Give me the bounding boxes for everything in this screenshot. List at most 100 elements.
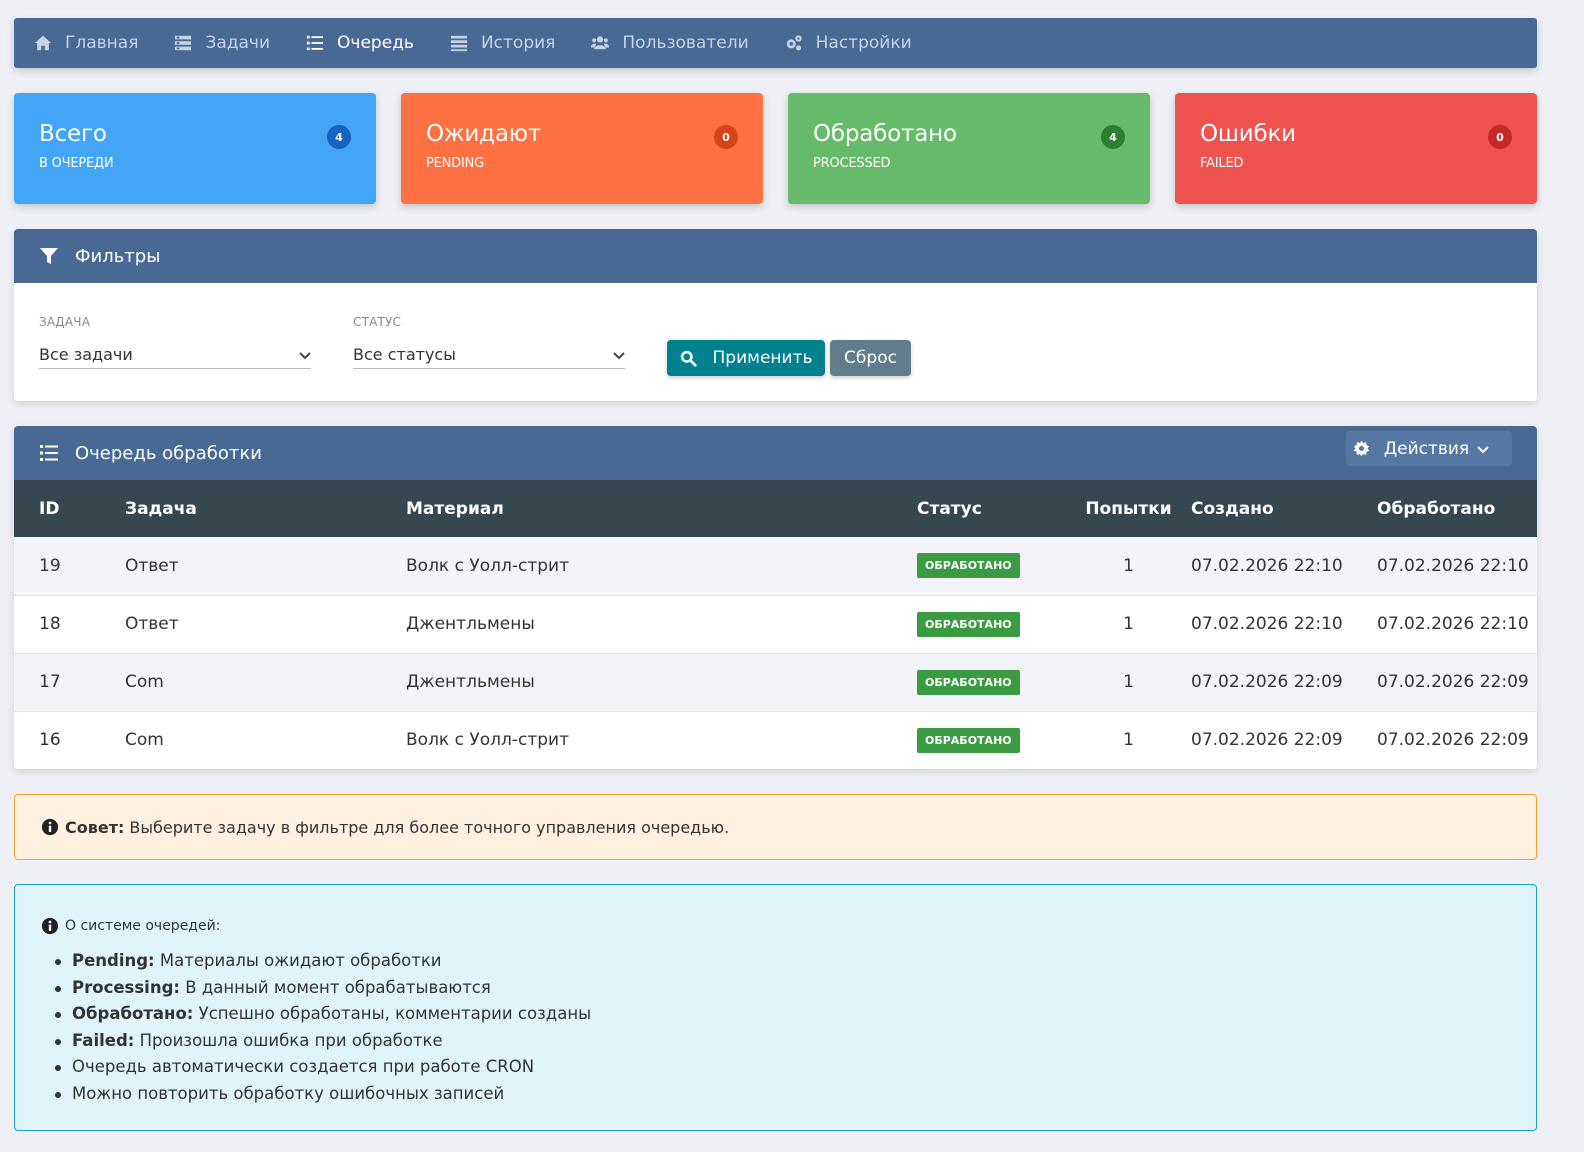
reset-button[interactable]: Сброс bbox=[830, 340, 911, 376]
stat-title: Обработано bbox=[813, 121, 957, 147]
actions-dropdown-button[interactable]: Действия bbox=[1346, 431, 1512, 466]
chevron-down-icon bbox=[299, 351, 311, 359]
count-badge: 4 bbox=[1101, 125, 1125, 149]
item-term: Pending: bbox=[72, 951, 155, 970]
cell-status: ОБРАБОТАНО bbox=[917, 595, 1066, 653]
gears-icon bbox=[786, 35, 802, 51]
stat-card-processed: Обработано PROCESSED 4 bbox=[788, 93, 1150, 204]
info-list: Pending: Материалы ожидают обработки Pro… bbox=[41, 948, 1510, 1108]
status-select-value: Все статусы bbox=[353, 345, 456, 364]
status-filter-group: СТАТУС Все статусы bbox=[353, 315, 625, 369]
list-item: Обработано: Успешно обработаны, коммента… bbox=[55, 1001, 1510, 1028]
column-header-attempts[interactable]: Попытки bbox=[1066, 480, 1191, 537]
item-text: Материалы ожидают обработки bbox=[159, 951, 442, 970]
queue-header: Очередь обработки Действия bbox=[14, 426, 1537, 480]
table-row[interactable]: 16 Com Волк с Уолл-стрит ОБРАБОТАНО 1 07… bbox=[14, 711, 1537, 769]
list-icon bbox=[40, 445, 58, 461]
stat-card-failed: Ошибки FAILED 0 bbox=[1175, 93, 1537, 204]
table-row[interactable]: 17 Com Джентльмены ОБРАБОТАНО 1 07.02.20… bbox=[14, 653, 1537, 711]
status-badge: ОБРАБОТАНО bbox=[917, 669, 1020, 695]
cell-material: Волк с Уолл-стрит bbox=[406, 730, 569, 751]
task-select-value: Все задачи bbox=[39, 345, 133, 364]
status-badge: ОБРАБОТАНО bbox=[917, 611, 1020, 637]
column-header-created[interactable]: Создано bbox=[1191, 480, 1377, 537]
status-filter-label: СТАТУС bbox=[353, 315, 402, 329]
queue-title: Очередь обработки bbox=[75, 442, 262, 464]
task-select[interactable]: Все задачи bbox=[39, 341, 311, 369]
filter-icon bbox=[40, 248, 58, 264]
info-title-row: О системе очередей: bbox=[41, 917, 1510, 935]
cell-status: ОБРАБОТАНО bbox=[917, 537, 1066, 595]
info-title: О системе очередей: bbox=[65, 918, 221, 934]
cell-id: 16 bbox=[39, 730, 61, 751]
cell-id: 17 bbox=[39, 672, 61, 692]
filters-panel: Фильтры ЗАДАЧА Все задачи СТАТУС Все ста… bbox=[14, 229, 1537, 401]
nav-item-label: Задачи bbox=[205, 33, 271, 53]
cell-attempts: 1 bbox=[1123, 555, 1134, 576]
nav-item-users[interactable]: Пользователи bbox=[591, 33, 749, 53]
cell-id: 19 bbox=[39, 555, 61, 576]
stat-title: Ошибки bbox=[1200, 121, 1296, 147]
task-filter-label: ЗАДАЧА bbox=[39, 315, 91, 329]
nav-item-tasks[interactable]: Задачи bbox=[174, 33, 270, 53]
stat-card-pending: Ожидают PENDING 0 bbox=[401, 93, 763, 204]
item-text: Успешно обработаны, комментарии созданы bbox=[198, 1004, 592, 1024]
stat-subtitle: PENDING bbox=[426, 156, 485, 171]
item-text: Произошла ошибка при обработке bbox=[139, 1030, 443, 1050]
list-item: Pending: Материалы ожидают обработки bbox=[55, 948, 1510, 975]
cell-created: 07.02.2026 22:09 bbox=[1191, 672, 1343, 692]
cell-material: Джентльмены bbox=[406, 672, 535, 692]
gear-icon bbox=[1353, 440, 1369, 457]
filters-body: ЗАДАЧА Все задачи СТАТУС Все статусы При… bbox=[14, 283, 1537, 401]
search-icon bbox=[680, 350, 697, 367]
item-term: Обработано: bbox=[72, 1004, 194, 1024]
count-badge: 0 bbox=[714, 125, 738, 149]
item-text: В данный момент обрабатываются bbox=[185, 977, 491, 997]
cell-task: Ответ bbox=[125, 555, 179, 576]
nav-item-queue[interactable]: Очередь bbox=[306, 33, 414, 53]
column-header-task[interactable]: Задача bbox=[125, 480, 406, 537]
filters-title: Фильтры bbox=[75, 245, 161, 267]
cell-id: 18 bbox=[39, 614, 61, 634]
list-item: Processing: В данный момент обрабатывают… bbox=[55, 975, 1510, 1002]
task-filter-group: ЗАДАЧА Все задачи bbox=[39, 315, 311, 369]
table-row[interactable]: 19 Ответ Волк с Уолл-стрит ОБРАБОТАНО 1 … bbox=[14, 537, 1537, 595]
info-circle-icon bbox=[41, 917, 59, 935]
table-row[interactable]: 18 Ответ Джентльмены ОБРАБОТАНО 1 07.02.… bbox=[14, 595, 1537, 653]
item-text: Можно повторить обработку ошибочных запи… bbox=[72, 1083, 505, 1103]
stat-subtitle: В ОЧЕРЕДИ bbox=[39, 156, 114, 171]
queue-panel: Очередь обработки Действия ID Задача Мат… bbox=[14, 426, 1537, 769]
cell-processed: 07.02.2026 22:09 bbox=[1377, 730, 1529, 751]
count-badge: 0 bbox=[1488, 125, 1512, 149]
stat-title: Всего bbox=[39, 121, 107, 147]
tip-text: Выберите задачу в фильтре для более точн… bbox=[129, 817, 730, 837]
cell-created: 07.02.2026 22:09 bbox=[1191, 730, 1343, 751]
nav-item-home[interactable]: Главная bbox=[34, 33, 138, 53]
cell-task: Com bbox=[125, 672, 164, 692]
item-text: Очередь автоматически создается при рабо… bbox=[72, 1057, 535, 1077]
status-badge: ОБРАБОТАНО bbox=[917, 553, 1020, 579]
column-header-status[interactable]: Статус bbox=[917, 480, 1066, 537]
nav-item-history[interactable]: История bbox=[450, 33, 555, 53]
stat-subtitle: FAILED bbox=[1200, 156, 1244, 171]
column-header-material[interactable]: Материал bbox=[406, 480, 917, 537]
filters-header: Фильтры bbox=[14, 229, 1537, 283]
cell-attempts: 1 bbox=[1123, 614, 1134, 634]
cell-processed: 07.02.2026 22:10 bbox=[1377, 614, 1529, 634]
cell-processed: 07.02.2026 22:09 bbox=[1377, 672, 1529, 692]
nav-item-settings[interactable]: Настройки bbox=[785, 33, 912, 53]
cell-material: Джентльмены bbox=[406, 614, 535, 634]
item-term: Processing: bbox=[72, 977, 180, 997]
apply-button[interactable]: Применить bbox=[667, 340, 825, 376]
item-term: Failed: bbox=[72, 1030, 135, 1050]
queue-info-box: О системе очередей: Pending: Материалы о… bbox=[14, 884, 1537, 1131]
nav-item-label: Настройки bbox=[815, 33, 912, 53]
apply-button-label: Применить bbox=[712, 348, 813, 368]
stat-subtitle: PROCESSED bbox=[813, 156, 891, 171]
status-select[interactable]: Все статусы bbox=[353, 341, 625, 369]
list-item: Можно повторить обработку ошибочных запи… bbox=[55, 1081, 1510, 1108]
column-header-processed[interactable]: Обработано bbox=[1377, 480, 1537, 537]
nav-item-label: Пользователи bbox=[622, 33, 749, 53]
column-header-id[interactable]: ID bbox=[14, 480, 125, 537]
tip-alert: Совет: Выберите задачу в фильтре для бол… bbox=[14, 794, 1537, 860]
